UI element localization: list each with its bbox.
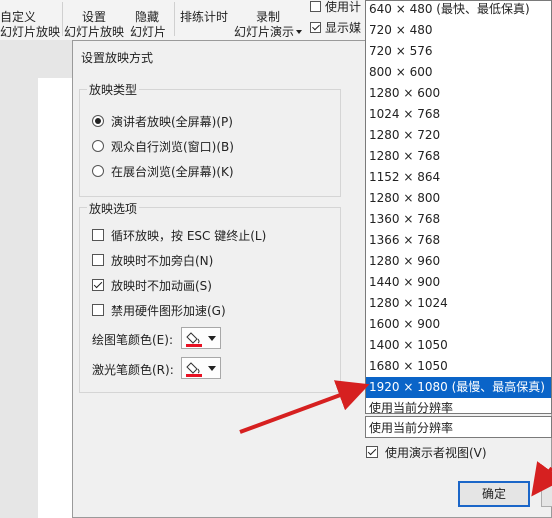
annotation-arrow-icon [239,380,552,497]
